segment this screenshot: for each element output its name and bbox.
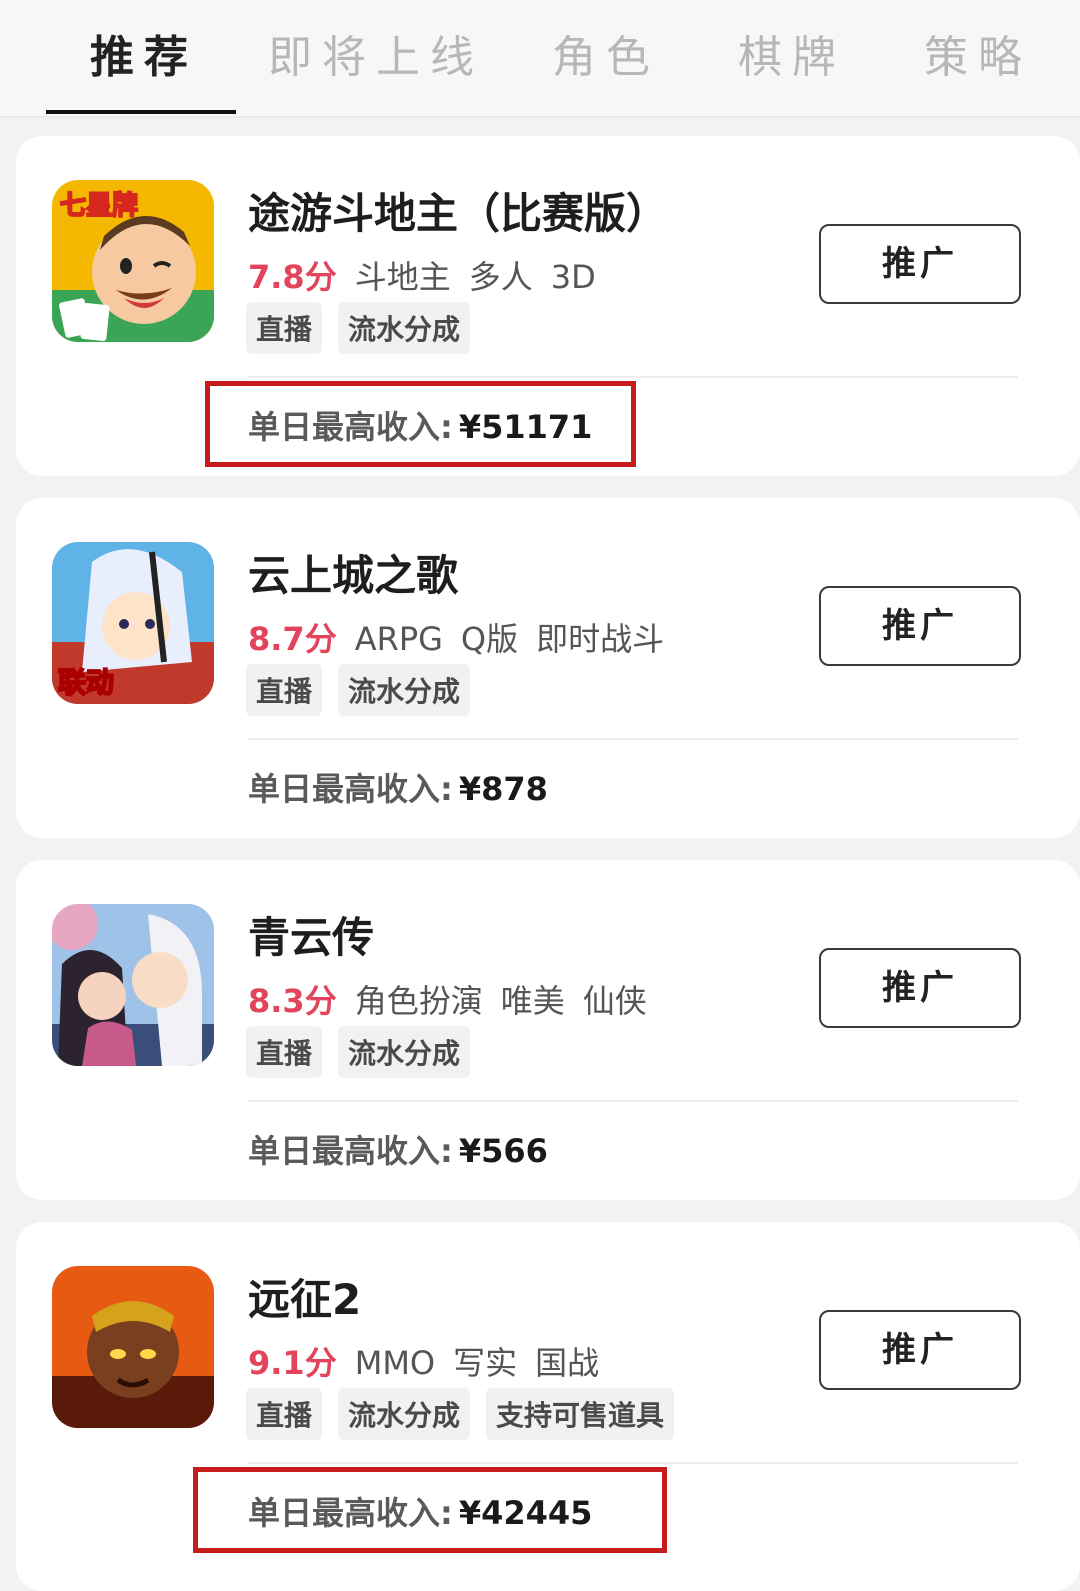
card-divider [248, 738, 1018, 740]
feature-tag-live: 直播 [246, 1388, 323, 1440]
feature-tags: 直播 流水分成 [246, 302, 471, 354]
game-score: 8.7分 [248, 620, 337, 658]
income-value: ¥878 [458, 770, 548, 808]
game-meta: 9.1分 MMO 写实 国战 [248, 1338, 599, 1384]
feature-tag-revenue-share: 流水分成 [338, 664, 471, 716]
promote-button[interactable]: 推广 [819, 586, 1021, 666]
feature-tag-live: 直播 [246, 302, 323, 354]
game-title[interactable]: 远征2 [248, 1266, 361, 1327]
feature-tag-revenue-share: 流水分成 [338, 302, 471, 354]
feature-tag-revenue-share: 流水分成 [338, 1026, 471, 1078]
daily-max-income: 单日最高收入: ¥566 [248, 1126, 548, 1172]
game-icon-cloud-city-song[interactable]: 联动 [52, 542, 214, 704]
promote-button[interactable]: 推广 [819, 224, 1021, 304]
genre-tag: ARPG [354, 620, 443, 658]
game-title[interactable]: 云上城之歌 [248, 542, 458, 603]
game-meta: 7.8分 斗地主 多人 3D [248, 252, 596, 298]
income-value: ¥566 [458, 1132, 548, 1170]
game-icon-qingyun[interactable] [52, 904, 214, 1066]
daily-max-income: 单日最高收入: ¥878 [248, 764, 548, 810]
genre-tag: 唯美 [500, 982, 565, 1020]
feature-tag-revenue-share: 流水分成 [338, 1388, 471, 1440]
tab-chess-cards[interactable]: 棋牌 [738, 28, 846, 88]
tab-bar: 推荐 即将上线 角色 棋牌 策略 [0, 0, 1080, 118]
feature-tag-sellable-items: 支持可售道具 [486, 1388, 675, 1440]
game-card-cloud-city-song[interactable]: 联动 云上城之歌 8.7分 ARPG Q版 即时战斗 直播 流水分成 推广 单日… [16, 498, 1080, 838]
promote-button[interactable]: 推广 [819, 948, 1021, 1028]
genre-tag: Q版 [460, 620, 519, 658]
tab-role[interactable]: 角色 [552, 28, 660, 88]
genre-tag: 3D [550, 258, 596, 296]
game-card-qingyun[interactable]: 青云传 8.3分 角色扮演 唯美 仙侠 直播 流水分成 推广 单日最高收入: ¥5… [16, 860, 1080, 1200]
income-label: 单日最高收入: [248, 1132, 453, 1170]
promote-button[interactable]: 推广 [819, 1310, 1021, 1390]
game-meta: 8.7分 ARPG Q版 即时战斗 [248, 614, 664, 660]
game-meta: 8.3分 角色扮演 唯美 仙侠 [248, 976, 647, 1022]
feature-tags: 直播 流水分成 [246, 1026, 471, 1078]
income-highlight-box [193, 1467, 667, 1553]
genre-tag: 多人 [468, 258, 533, 296]
icon-badge-text: 七星牌 [60, 190, 138, 221]
genre-tag: 角色扮演 [354, 982, 483, 1020]
card-divider [248, 376, 1018, 378]
feature-tag-live: 直播 [246, 664, 323, 716]
income-label: 单日最高收入: [248, 770, 453, 808]
active-tab-indicator [46, 110, 236, 114]
game-score: 7.8分 [248, 258, 337, 296]
game-icon-expedition-2[interactable] [52, 1266, 214, 1428]
genre-tag: 即时战斗 [536, 620, 665, 658]
genre-tag: 写实 [453, 1344, 518, 1382]
feature-tags: 直播 流水分成 [246, 664, 471, 716]
card-divider [248, 1462, 1018, 1464]
genre-tag: 斗地主 [354, 258, 451, 296]
tab-strategy[interactable]: 策略 [924, 28, 1032, 88]
genre-tag: 仙侠 [582, 982, 647, 1020]
icon-badge-text: 联动 [58, 666, 114, 699]
game-score: 8.3分 [248, 982, 337, 1020]
card-divider [248, 1100, 1018, 1102]
feature-tags: 直播 流水分成 支持可售道具 [246, 1388, 675, 1440]
feature-tag-live: 直播 [246, 1026, 323, 1078]
genre-tag: MMO [354, 1344, 436, 1382]
tab-upcoming[interactable]: 即将上线 [268, 28, 484, 88]
game-title[interactable]: 途游斗地主（比赛版） [248, 180, 668, 241]
tab-recommend[interactable]: 推荐 [90, 28, 198, 88]
game-score: 9.1分 [248, 1344, 337, 1382]
game-icon-tuyou-landlord[interactable]: 七星牌 [52, 180, 214, 342]
income-highlight-box [205, 381, 636, 467]
genre-tag: 国战 [535, 1344, 600, 1382]
game-title[interactable]: 青云传 [248, 904, 374, 965]
